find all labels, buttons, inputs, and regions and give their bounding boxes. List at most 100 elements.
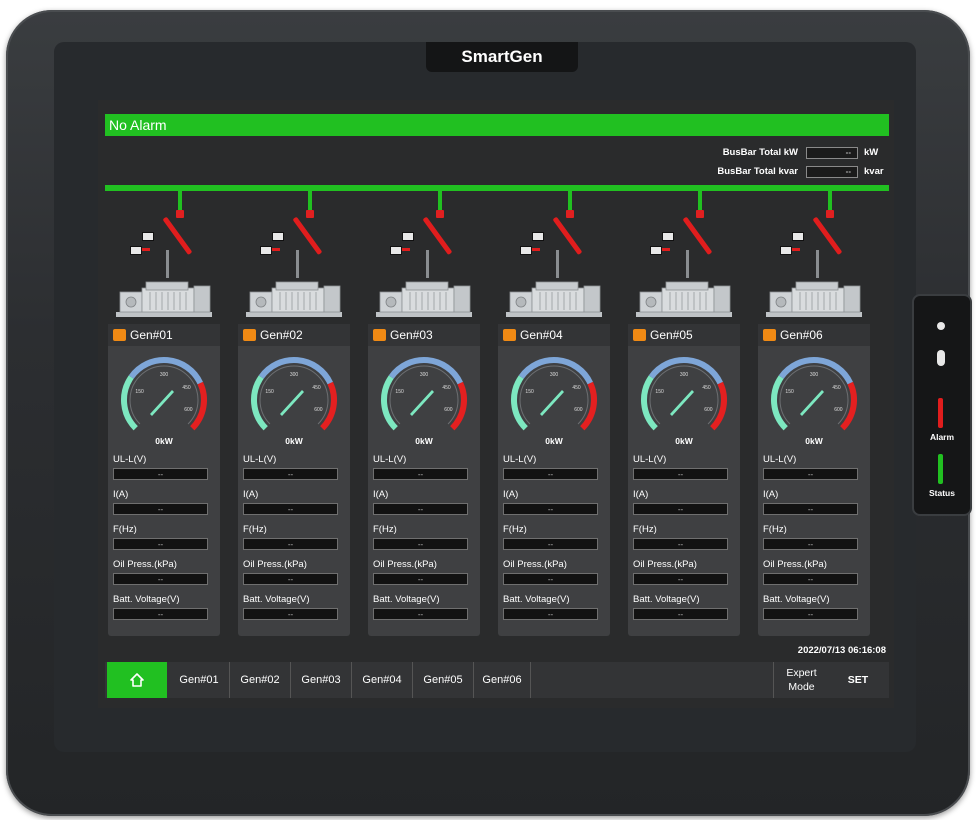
breaker-indicator-box: [520, 246, 532, 255]
generator-engine-icon[interactable]: [764, 274, 864, 318]
breaker-indicator-box: [532, 232, 544, 241]
breaker-top-contact: [176, 210, 184, 218]
battery-voltage-value: --: [373, 608, 468, 620]
status-led-label: Status: [929, 488, 955, 498]
generator-engine-icon[interactable]: [114, 274, 214, 318]
set-button[interactable]: SET: [833, 662, 883, 698]
indicator-led-pill: [937, 350, 945, 366]
battery-voltage-label: Batt. Voltage(V): [633, 594, 700, 605]
status-led: [938, 454, 943, 484]
generator-card[interactable]: Gen#06 150 300 450 600 0kW UL-L(V) -- I(A) -- F(Hz…: [758, 324, 870, 636]
current-value: --: [243, 503, 338, 515]
breaker-top-contact: [436, 210, 444, 218]
nav-tab-gen06[interactable]: Gen#06: [474, 662, 531, 698]
generator-card[interactable]: Gen#01 150 300 450 600 0kW UL-L(V) -- I(A) -- F(Hz…: [108, 324, 220, 636]
alarm-led-label: Alarm: [929, 432, 955, 442]
alarm-status-bar[interactable]: No Alarm: [105, 114, 889, 136]
gauge-needle: [540, 390, 564, 416]
gauge-tick-label: 300: [680, 372, 689, 378]
expert-mode-button[interactable]: Expert Mode: [773, 662, 829, 698]
current-value: --: [763, 503, 858, 515]
gauge-tick-label: 450: [832, 385, 841, 391]
voltage-label: UL-L(V): [113, 454, 147, 465]
gauge-arc-high: [710, 381, 727, 431]
generator-card[interactable]: Gen#02 150 300 450 600 0kW UL-L(V) -- I(A) -- F(Hz…: [238, 324, 350, 636]
gauge-tick-label: 150: [265, 389, 274, 395]
nav-tab-gen02[interactable]: Gen#02: [230, 662, 291, 698]
battery-voltage-value: --: [113, 608, 208, 620]
frequency-label: F(Hz): [243, 524, 267, 535]
power-gauge: 150 300 450 600: [251, 357, 337, 431]
generator-engine-icon[interactable]: [244, 274, 344, 318]
gauge-tick-label: 600: [184, 407, 193, 413]
generator-name: Gen#01: [130, 328, 173, 342]
power-gauge: 150 300 450 600: [121, 357, 207, 431]
nav-tab-gen05[interactable]: Gen#05: [413, 662, 474, 698]
card-header: Gen#05: [628, 324, 740, 346]
voltage-label: UL-L(V): [633, 454, 667, 465]
generator-card[interactable]: Gen#04 150 300 450 600 0kW UL-L(V) -- I(A) -- F(Hz…: [498, 324, 610, 636]
voltage-value: --: [633, 468, 728, 480]
gauge-needle: [800, 390, 824, 416]
frequency-value: --: [113, 538, 208, 550]
breaker-indicator-box: [662, 232, 674, 241]
generator-icon: [503, 329, 516, 341]
hmi-screen: No Alarm BusBar Total kW -- kW BusBar To…: [98, 100, 894, 708]
generator-icon: [243, 329, 256, 341]
generator-engine-icon[interactable]: [634, 274, 734, 318]
home-button[interactable]: [107, 662, 167, 698]
power-gauge: 150 300 450 600: [771, 357, 857, 431]
home-icon: [130, 673, 144, 687]
battery-voltage-label: Batt. Voltage(V): [243, 594, 310, 605]
battery-voltage-label: Batt. Voltage(V): [113, 594, 180, 605]
battery-voltage-label: Batt. Voltage(V): [503, 594, 570, 605]
generator-card[interactable]: Gen#05 150 300 450 600 0kW UL-L(V) -- I(A) -- F(Hz…: [628, 324, 740, 636]
bus-drop-line: [698, 191, 702, 211]
generator-engine-icon[interactable]: [504, 274, 604, 318]
frequency-value: --: [503, 538, 598, 550]
gauge-tick-label: 600: [704, 407, 713, 413]
voltage-label: UL-L(V): [373, 454, 407, 465]
frequency-value: --: [243, 538, 338, 550]
generator-icon: [373, 329, 386, 341]
gauge-arc-high: [580, 381, 597, 431]
bus-drop-line: [438, 191, 442, 211]
frequency-label: F(Hz): [113, 524, 137, 535]
battery-voltage-value: --: [763, 608, 858, 620]
breaker-indicator-box: [272, 232, 284, 241]
busbar-kw-unit: kW: [864, 147, 879, 158]
power-gauge: 150 300 450 600: [381, 357, 467, 431]
generator-icon: [113, 329, 126, 341]
oil-pressure-label: Oil Press.(kPa): [503, 559, 567, 570]
gauge-arc-high: [840, 381, 857, 431]
breaker-indicator-red: [662, 248, 670, 251]
breaker-top-contact: [696, 210, 704, 218]
generator-name: Gen#05: [650, 328, 693, 342]
frequency-value: --: [763, 538, 858, 550]
voltage-value: --: [113, 468, 208, 480]
indicator-led-dot: [937, 322, 945, 330]
generator-icon: [763, 329, 776, 341]
card-header: Gen#01: [108, 324, 220, 346]
power-gauge: 150 300 450 600: [641, 357, 727, 431]
bottom-nav: Gen#01 Gen#02 Gen#03 Gen#04 Gen#05 Gen#0…: [105, 662, 889, 698]
generator-engine-icon[interactable]: [374, 274, 474, 318]
oil-pressure-label: Oil Press.(kPa): [763, 559, 827, 570]
generator-card[interactable]: Gen#03 150 300 450 600 0kW UL-L(V) -- I(A) -- F(Hz…: [368, 324, 480, 636]
nav-tab-gen01[interactable]: Gen#01: [169, 662, 230, 698]
oil-pressure-value: --: [113, 573, 208, 585]
breaker-top-contact: [826, 210, 834, 218]
gauge-tick-label: 450: [312, 385, 321, 391]
breaker-indicator-red: [792, 248, 800, 251]
battery-voltage-value: --: [503, 608, 598, 620]
busbar-kw-row: BusBar Total kW -- kW: [98, 147, 894, 161]
nav-tab-gen04[interactable]: Gen#04: [352, 662, 413, 698]
nav-tab-gen03[interactable]: Gen#03: [291, 662, 352, 698]
current-label: I(A): [113, 489, 129, 500]
oil-pressure-label: Oil Press.(kPa): [633, 559, 697, 570]
gauge-tick-label: 600: [834, 407, 843, 413]
current-label: I(A): [503, 489, 519, 500]
current-value: --: [113, 503, 208, 515]
breaker-indicator-box: [792, 232, 804, 241]
generator-name: Gen#06: [780, 328, 823, 342]
